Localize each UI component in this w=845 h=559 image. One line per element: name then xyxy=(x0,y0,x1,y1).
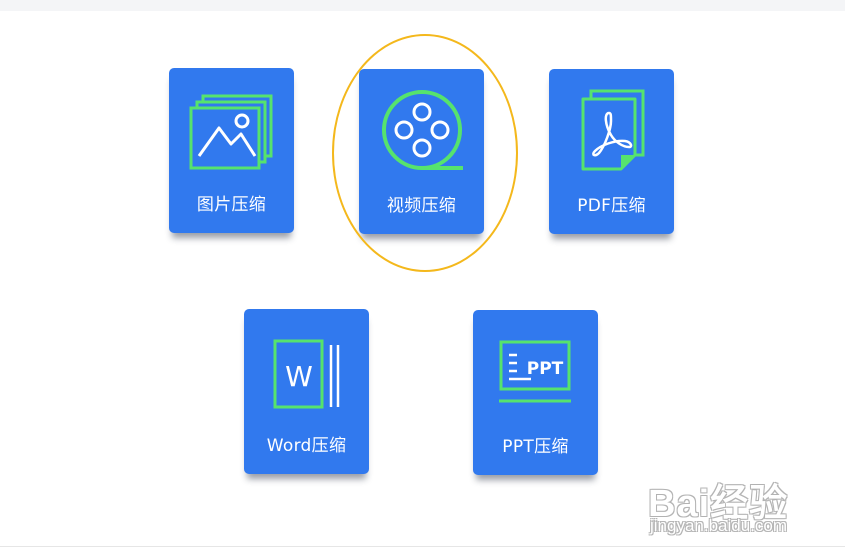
image-stack-icon xyxy=(169,68,294,183)
video-compress-card[interactable]: 视频压缩 xyxy=(359,69,484,234)
image-compress-label: 图片压缩 xyxy=(196,195,267,215)
pdf-compress-label: PDF压缩 xyxy=(577,196,646,216)
word-icon-letter: W xyxy=(285,360,313,393)
video-compress-label: 视频压缩 xyxy=(386,196,457,216)
pdf-compress-card[interactable]: PDF压缩 xyxy=(549,69,674,234)
ppt-icon-text: PPT xyxy=(527,359,564,379)
watermark-url: jingyan.baidu.com xyxy=(650,516,788,535)
word-compress-label: Word压缩 xyxy=(266,436,347,456)
ppt-compress-card[interactable]: PPT PPT压缩 xyxy=(473,310,598,475)
image-compress-card[interactable]: 图片压缩 xyxy=(169,68,294,233)
baidu-jingyan-watermark: Bai经验 jingyan.baidu.com xyxy=(648,472,828,542)
ppt-presentation-icon: PPT xyxy=(473,310,598,425)
watermark-logo: Bai经验 xyxy=(648,483,789,525)
film-reel-icon xyxy=(359,69,484,184)
ppt-compress-label: PPT压缩 xyxy=(502,437,569,457)
pdf-document-icon xyxy=(549,69,674,184)
bottom-divider xyxy=(0,546,845,547)
word-compress-card[interactable]: W Word压缩 xyxy=(244,309,369,474)
word-document-icon: W xyxy=(244,309,369,424)
top-strip xyxy=(0,0,845,11)
